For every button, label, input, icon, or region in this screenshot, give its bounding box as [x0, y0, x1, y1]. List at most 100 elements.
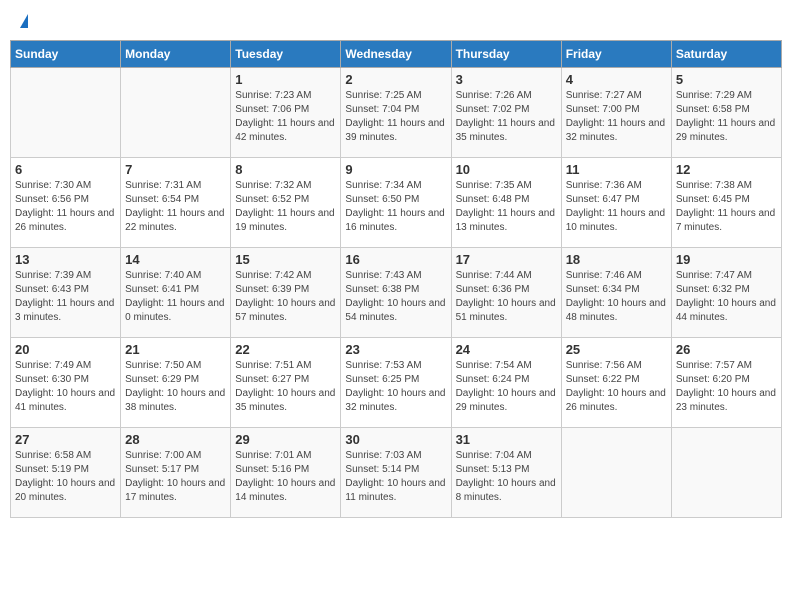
calendar-cell: 4 Sunrise: 7:27 AM Sunset: 7:00 PM Daylig…: [561, 68, 671, 158]
cell-info: Sunrise: 7:50 AM Sunset: 6:29 PM Dayligh…: [125, 359, 226, 415]
calendar-cell: 16 Sunrise: 7:43 AM Sunset: 6:38 PM Dayli…: [341, 248, 451, 338]
cell-date: 26: [676, 342, 777, 357]
cell-date: 28: [125, 432, 226, 447]
calendar-cell: 8 Sunrise: 7:32 AM Sunset: 6:52 PM Daylig…: [231, 158, 341, 248]
calendar-body: 1 Sunrise: 7:23 AM Sunset: 7:06 PM Daylig…: [11, 68, 782, 518]
cell-date: 12: [676, 162, 777, 177]
cell-date: 6: [15, 162, 116, 177]
calendar-week-row: 1 Sunrise: 7:23 AM Sunset: 7:06 PM Daylig…: [11, 68, 782, 158]
cell-date: 20: [15, 342, 116, 357]
cell-date: 9: [345, 162, 446, 177]
cell-date: 19: [676, 252, 777, 267]
cell-date: 15: [235, 252, 336, 267]
cell-info: Sunrise: 7:46 AM Sunset: 6:34 PM Dayligh…: [566, 269, 667, 325]
weekday-header: Wednesday: [341, 41, 451, 68]
calendar-cell: 5 Sunrise: 7:29 AM Sunset: 6:58 PM Daylig…: [671, 68, 781, 158]
calendar-cell: 29 Sunrise: 7:01 AM Sunset: 5:16 PM Dayli…: [231, 428, 341, 518]
logo-icon: [20, 14, 28, 28]
cell-info: Sunrise: 6:58 AM Sunset: 5:19 PM Dayligh…: [15, 449, 116, 505]
cell-info: Sunrise: 7:53 AM Sunset: 6:25 PM Dayligh…: [345, 359, 446, 415]
calendar-cell: 24 Sunrise: 7:54 AM Sunset: 6:24 PM Dayli…: [451, 338, 561, 428]
cell-info: Sunrise: 7:51 AM Sunset: 6:27 PM Dayligh…: [235, 359, 336, 415]
cell-info: Sunrise: 7:34 AM Sunset: 6:50 PM Dayligh…: [345, 179, 446, 235]
weekday-header: Friday: [561, 41, 671, 68]
calendar-cell: 20 Sunrise: 7:49 AM Sunset: 6:30 PM Dayli…: [11, 338, 121, 428]
cell-info: Sunrise: 7:26 AM Sunset: 7:02 PM Dayligh…: [456, 89, 557, 145]
cell-date: 23: [345, 342, 446, 357]
cell-info: Sunrise: 7:49 AM Sunset: 6:30 PM Dayligh…: [15, 359, 116, 415]
cell-date: 2: [345, 72, 446, 87]
calendar-week-row: 13 Sunrise: 7:39 AM Sunset: 6:43 PM Dayli…: [11, 248, 782, 338]
cell-info: Sunrise: 7:27 AM Sunset: 7:00 PM Dayligh…: [566, 89, 667, 145]
calendar-cell: 18 Sunrise: 7:46 AM Sunset: 6:34 PM Dayli…: [561, 248, 671, 338]
calendar-cell: 30 Sunrise: 7:03 AM Sunset: 5:14 PM Dayli…: [341, 428, 451, 518]
cell-info: Sunrise: 7:39 AM Sunset: 6:43 PM Dayligh…: [15, 269, 116, 325]
calendar-cell: [11, 68, 121, 158]
cell-date: 5: [676, 72, 777, 87]
calendar-cell: 25 Sunrise: 7:56 AM Sunset: 6:22 PM Dayli…: [561, 338, 671, 428]
calendar-cell: [561, 428, 671, 518]
calendar-cell: 17 Sunrise: 7:44 AM Sunset: 6:36 PM Dayli…: [451, 248, 561, 338]
cell-info: Sunrise: 7:04 AM Sunset: 5:13 PM Dayligh…: [456, 449, 557, 505]
cell-info: Sunrise: 7:47 AM Sunset: 6:32 PM Dayligh…: [676, 269, 777, 325]
calendar-cell: 2 Sunrise: 7:25 AM Sunset: 7:04 PM Daylig…: [341, 68, 451, 158]
calendar-cell: 21 Sunrise: 7:50 AM Sunset: 6:29 PM Dayli…: [121, 338, 231, 428]
calendar-header: SundayMondayTuesdayWednesdayThursdayFrid…: [11, 41, 782, 68]
cell-date: 30: [345, 432, 446, 447]
weekday-header: Thursday: [451, 41, 561, 68]
calendar-cell: 12 Sunrise: 7:38 AM Sunset: 6:45 PM Dayli…: [671, 158, 781, 248]
cell-date: 8: [235, 162, 336, 177]
cell-date: 14: [125, 252, 226, 267]
calendar-cell: 13 Sunrise: 7:39 AM Sunset: 6:43 PM Dayli…: [11, 248, 121, 338]
cell-date: 17: [456, 252, 557, 267]
calendar-cell: 15 Sunrise: 7:42 AM Sunset: 6:39 PM Dayli…: [231, 248, 341, 338]
cell-date: 13: [15, 252, 116, 267]
cell-info: Sunrise: 7:44 AM Sunset: 6:36 PM Dayligh…: [456, 269, 557, 325]
cell-date: 10: [456, 162, 557, 177]
calendar-cell: 7Sunrise: 7:31 AM Sunset: 6:54 PM Daylig…: [121, 158, 231, 248]
calendar-week-row: 6 Sunrise: 7:30 AM Sunset: 6:56 PM Daylig…: [11, 158, 782, 248]
calendar-cell: 14 Sunrise: 7:40 AM Sunset: 6:41 PM Dayli…: [121, 248, 231, 338]
calendar-week-row: 20 Sunrise: 7:49 AM Sunset: 6:30 PM Dayli…: [11, 338, 782, 428]
logo: [18, 14, 28, 28]
cell-info: Sunrise: 7:42 AM Sunset: 6:39 PM Dayligh…: [235, 269, 336, 325]
calendar-table: SundayMondayTuesdayWednesdayThursdayFrid…: [10, 40, 782, 518]
calendar-cell: 9 Sunrise: 7:34 AM Sunset: 6:50 PM Daylig…: [341, 158, 451, 248]
calendar-cell: [121, 68, 231, 158]
calendar-cell: 31Sunrise: 7:04 AM Sunset: 5:13 PM Dayli…: [451, 428, 561, 518]
cell-info: Sunrise: 7:29 AM Sunset: 6:58 PM Dayligh…: [676, 89, 777, 145]
calendar-cell: 3Sunrise: 7:26 AM Sunset: 7:02 PM Daylig…: [451, 68, 561, 158]
cell-date: 18: [566, 252, 667, 267]
cell-date: 24: [456, 342, 557, 357]
weekday-header-row: SundayMondayTuesdayWednesdayThursdayFrid…: [11, 41, 782, 68]
cell-info: Sunrise: 7:23 AM Sunset: 7:06 PM Dayligh…: [235, 89, 336, 145]
cell-info: Sunrise: 7:43 AM Sunset: 6:38 PM Dayligh…: [345, 269, 446, 325]
cell-date: 11: [566, 162, 667, 177]
weekday-header: Sunday: [11, 41, 121, 68]
cell-date: 1: [235, 72, 336, 87]
cell-date: 25: [566, 342, 667, 357]
calendar-cell: [671, 428, 781, 518]
cell-info: Sunrise: 7:40 AM Sunset: 6:41 PM Dayligh…: [125, 269, 226, 325]
cell-date: 27: [15, 432, 116, 447]
calendar-cell: 1 Sunrise: 7:23 AM Sunset: 7:06 PM Daylig…: [231, 68, 341, 158]
cell-info: Sunrise: 7:30 AM Sunset: 6:56 PM Dayligh…: [15, 179, 116, 235]
cell-info: Sunrise: 7:01 AM Sunset: 5:16 PM Dayligh…: [235, 449, 336, 505]
weekday-header: Tuesday: [231, 41, 341, 68]
calendar-cell: 10 Sunrise: 7:35 AM Sunset: 6:48 PM Dayli…: [451, 158, 561, 248]
cell-info: Sunrise: 7:32 AM Sunset: 6:52 PM Dayligh…: [235, 179, 336, 235]
cell-info: Sunrise: 7:36 AM Sunset: 6:47 PM Dayligh…: [566, 179, 667, 235]
cell-info: Sunrise: 7:03 AM Sunset: 5:14 PM Dayligh…: [345, 449, 446, 505]
cell-date: 16: [345, 252, 446, 267]
cell-info: Sunrise: 7:38 AM Sunset: 6:45 PM Dayligh…: [676, 179, 777, 235]
cell-date: 4: [566, 72, 667, 87]
cell-date: 21: [125, 342, 226, 357]
cell-info: Sunrise: 7:56 AM Sunset: 6:22 PM Dayligh…: [566, 359, 667, 415]
cell-date: 29: [235, 432, 336, 447]
cell-info: Sunrise: 7:25 AM Sunset: 7:04 PM Dayligh…: [345, 89, 446, 145]
weekday-header: Saturday: [671, 41, 781, 68]
cell-info: Sunrise: 7:54 AM Sunset: 6:24 PM Dayligh…: [456, 359, 557, 415]
calendar-cell: 11 Sunrise: 7:36 AM Sunset: 6:47 PM Dayli…: [561, 158, 671, 248]
cell-date: 7: [125, 162, 226, 177]
cell-info: Sunrise: 7:35 AM Sunset: 6:48 PM Dayligh…: [456, 179, 557, 235]
